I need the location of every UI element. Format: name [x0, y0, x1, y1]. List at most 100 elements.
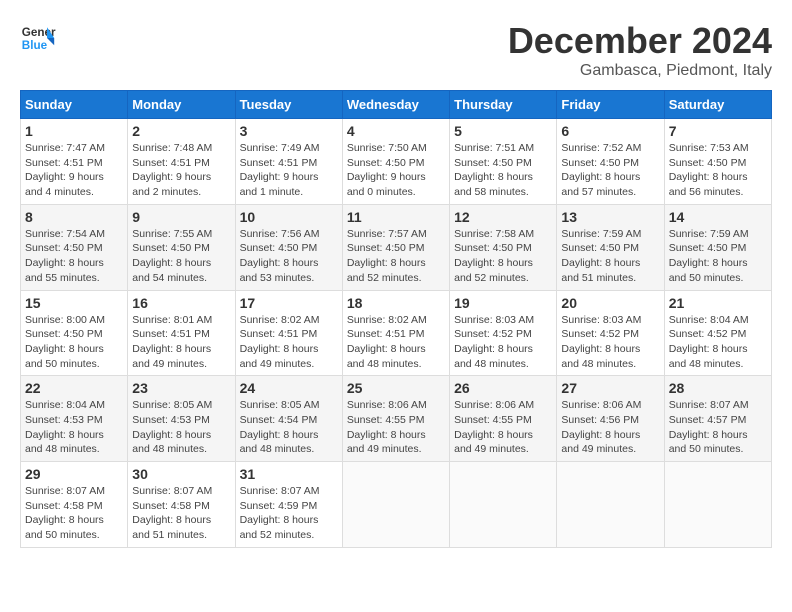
calendar-cell: 27Sunrise: 8:06 AMSunset: 4:56 PMDayligh… [557, 376, 664, 462]
day-number: 29 [25, 466, 123, 482]
day-info: Sunrise: 7:47 AMSunset: 4:51 PMDaylight:… [25, 141, 123, 200]
day-number: 30 [132, 466, 230, 482]
calendar-cell: 4 Sunrise: 7:50 AMSunset: 4:50 PMDaylight… [342, 119, 449, 205]
calendar-week-1: 1 Sunrise: 7:47 AMSunset: 4:51 PMDaylight… [21, 119, 772, 205]
day-info: Sunrise: 8:03 AMSunset: 4:52 PMDaylight:… [561, 313, 659, 372]
day-info: Sunrise: 8:02 AMSunset: 4:51 PMDaylight:… [347, 313, 445, 372]
calendar-week-5: 29 Sunrise: 8:07 AMSunset: 4:58 PMDayligh… [21, 462, 772, 548]
calendar-cell [557, 462, 664, 548]
day-number: 14 [669, 209, 767, 225]
day-number: 4 [347, 123, 445, 139]
day-number: 15 [25, 295, 123, 311]
day-info: Sunrise: 8:04 AMSunset: 4:52 PMDaylight:… [669, 313, 767, 372]
day-info: Sunrise: 7:55 AMSunset: 4:50 PMDaylight:… [132, 227, 230, 286]
calendar-cell: 30 Sunrise: 8:07 AMSunset: 4:58 PMDayligh… [128, 462, 235, 548]
day-info: Sunrise: 7:52 AMSunset: 4:50 PMDaylight:… [561, 141, 659, 200]
day-number: 16 [132, 295, 230, 311]
day-info: Sunrise: 7:51 AMSunset: 4:50 PMDaylight:… [454, 141, 552, 200]
day-number: 21 [669, 295, 767, 311]
day-info: Sunrise: 7:48 AMSunset: 4:51 PMDaylight:… [132, 141, 230, 200]
day-number: 28 [669, 380, 767, 396]
day-number: 6 [561, 123, 659, 139]
day-number: 11 [347, 209, 445, 225]
logo-icon: General Blue [20, 20, 56, 56]
calendar-cell: 6 Sunrise: 7:52 AMSunset: 4:50 PMDaylight… [557, 119, 664, 205]
day-info: Sunrise: 8:06 AMSunset: 4:55 PMDaylight:… [454, 398, 552, 457]
day-info: Sunrise: 7:57 AMSunset: 4:50 PMDaylight:… [347, 227, 445, 286]
calendar-cell: 29 Sunrise: 8:07 AMSunset: 4:58 PMDayligh… [21, 462, 128, 548]
calendar-header-sunday: Sunday [21, 91, 128, 119]
day-number: 23 [132, 380, 230, 396]
calendar-cell: 23 Sunrise: 8:05 AMSunset: 4:53 PMDayligh… [128, 376, 235, 462]
day-number: 3 [240, 123, 338, 139]
day-info: Sunrise: 8:03 AMSunset: 4:52 PMDaylight:… [454, 313, 552, 372]
day-info: Sunrise: 8:00 AMSunset: 4:50 PMDaylight:… [25, 313, 123, 372]
calendar-cell: 19 Sunrise: 8:03 AMSunset: 4:52 PMDayligh… [450, 290, 557, 376]
day-info: Sunrise: 8:01 AMSunset: 4:51 PMDaylight:… [132, 313, 230, 372]
day-number: 7 [669, 123, 767, 139]
day-info: Sunrise: 7:56 AMSunset: 4:50 PMDaylight:… [240, 227, 338, 286]
calendar-cell: 31 Sunrise: 8:07 AMSunset: 4:59 PMDayligh… [235, 462, 342, 548]
day-info: Sunrise: 8:05 AMSunset: 4:54 PMDaylight:… [240, 398, 338, 457]
calendar-cell: 1 Sunrise: 7:47 AMSunset: 4:51 PMDaylight… [21, 119, 128, 205]
day-number: 24 [240, 380, 338, 396]
day-info: Sunrise: 8:07 AMSunset: 4:58 PMDaylight:… [25, 484, 123, 543]
calendar-header-wednesday: Wednesday [342, 91, 449, 119]
calendar-cell: 25 Sunrise: 8:06 AMSunset: 4:55 PMDayligh… [342, 376, 449, 462]
day-info: Sunrise: 7:54 AMSunset: 4:50 PMDaylight:… [25, 227, 123, 286]
day-number: 19 [454, 295, 552, 311]
day-number: 2 [132, 123, 230, 139]
day-number: 10 [240, 209, 338, 225]
day-number: 1 [25, 123, 123, 139]
day-info: Sunrise: 7:59 AMSunset: 4:50 PMDaylight:… [669, 227, 767, 286]
day-info: Sunrise: 7:59 AMSunset: 4:50 PMDaylight:… [561, 227, 659, 286]
calendar-cell: 21 Sunrise: 8:04 AMSunset: 4:52 PMDayligh… [664, 290, 771, 376]
day-number: 17 [240, 295, 338, 311]
day-number: 9 [132, 209, 230, 225]
day-number: 12 [454, 209, 552, 225]
day-info: Sunrise: 7:53 AMSunset: 4:50 PMDaylight:… [669, 141, 767, 200]
day-info: Sunrise: 8:06 AMSunset: 4:55 PMDaylight:… [347, 398, 445, 457]
calendar-cell: 28Sunrise: 8:07 AMSunset: 4:57 PMDayligh… [664, 376, 771, 462]
calendar-week-3: 15 Sunrise: 8:00 AMSunset: 4:50 PMDayligh… [21, 290, 772, 376]
calendar-header-thursday: Thursday [450, 91, 557, 119]
day-info: Sunrise: 7:58 AMSunset: 4:50 PMDaylight:… [454, 227, 552, 286]
calendar-cell: 12 Sunrise: 7:58 AMSunset: 4:50 PMDayligh… [450, 204, 557, 290]
calendar-cell: 7 Sunrise: 7:53 AMSunset: 4:50 PMDaylight… [664, 119, 771, 205]
day-number: 25 [347, 380, 445, 396]
calendar-header-row: SundayMondayTuesdayWednesdayThursdayFrid… [21, 91, 772, 119]
day-info: Sunrise: 7:50 AMSunset: 4:50 PMDaylight:… [347, 141, 445, 200]
day-info: Sunrise: 8:07 AMSunset: 4:58 PMDaylight:… [132, 484, 230, 543]
day-number: 31 [240, 466, 338, 482]
calendar-cell: 2 Sunrise: 7:48 AMSunset: 4:51 PMDaylight… [128, 119, 235, 205]
day-info: Sunrise: 8:07 AMSunset: 4:59 PMDaylight:… [240, 484, 338, 543]
logo: General Blue [20, 20, 56, 56]
calendar-table: SundayMondayTuesdayWednesdayThursdayFrid… [20, 90, 772, 548]
calendar-cell: 14 Sunrise: 7:59 AMSunset: 4:50 PMDayligh… [664, 204, 771, 290]
day-number: 26 [454, 380, 552, 396]
calendar-cell: 15 Sunrise: 8:00 AMSunset: 4:50 PMDayligh… [21, 290, 128, 376]
calendar-cell: 9 Sunrise: 7:55 AMSunset: 4:50 PMDaylight… [128, 204, 235, 290]
calendar-cell: 17 Sunrise: 8:02 AMSunset: 4:51 PMDayligh… [235, 290, 342, 376]
day-number: 8 [25, 209, 123, 225]
calendar-header-monday: Monday [128, 91, 235, 119]
calendar-cell: 16 Sunrise: 8:01 AMSunset: 4:51 PMDayligh… [128, 290, 235, 376]
calendar-cell: 13 Sunrise: 7:59 AMSunset: 4:50 PMDayligh… [557, 204, 664, 290]
day-number: 13 [561, 209, 659, 225]
calendar-header-saturday: Saturday [664, 91, 771, 119]
day-info: Sunrise: 8:02 AMSunset: 4:51 PMDaylight:… [240, 313, 338, 372]
calendar-cell: 3 Sunrise: 7:49 AMSunset: 4:51 PMDaylight… [235, 119, 342, 205]
calendar-week-2: 8 Sunrise: 7:54 AMSunset: 4:50 PMDaylight… [21, 204, 772, 290]
location-title: Gambasca, Piedmont, Italy [508, 62, 772, 80]
day-info: Sunrise: 8:05 AMSunset: 4:53 PMDaylight:… [132, 398, 230, 457]
calendar-cell [664, 462, 771, 548]
calendar-cell: 20Sunrise: 8:03 AMSunset: 4:52 PMDayligh… [557, 290, 664, 376]
day-info: Sunrise: 7:49 AMSunset: 4:51 PMDaylight:… [240, 141, 338, 200]
calendar-header-friday: Friday [557, 91, 664, 119]
calendar-header-tuesday: Tuesday [235, 91, 342, 119]
day-number: 27 [561, 380, 659, 396]
calendar-cell: 10 Sunrise: 7:56 AMSunset: 4:50 PMDayligh… [235, 204, 342, 290]
day-number: 18 [347, 295, 445, 311]
calendar-cell: 11 Sunrise: 7:57 AMSunset: 4:50 PMDayligh… [342, 204, 449, 290]
calendar-cell [342, 462, 449, 548]
